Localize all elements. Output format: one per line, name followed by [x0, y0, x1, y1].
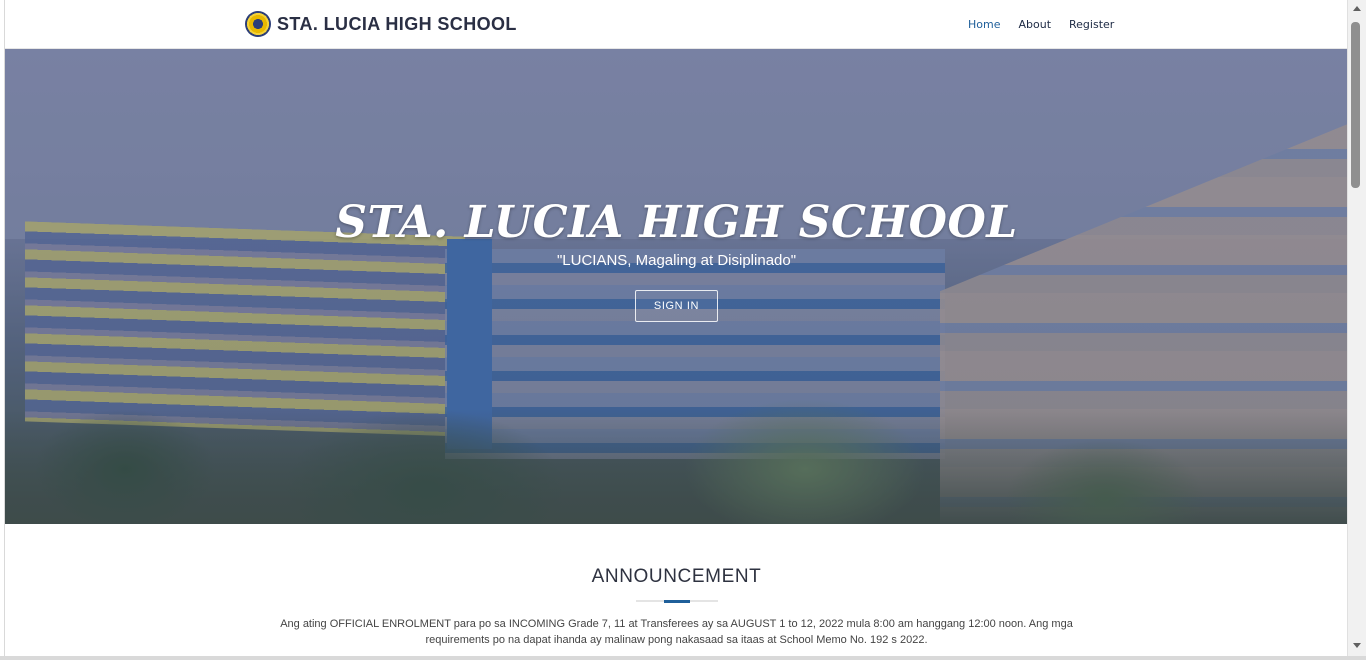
announcement-text: Ang ating OFFICIAL ENROLMENT para po sa …	[280, 618, 1073, 646]
divider-accent	[664, 599, 690, 603]
page-scrollbar[interactable]	[1347, 0, 1366, 656]
window-bottom-edge	[0, 656, 1366, 660]
hero-subtitle: "LUCIANS, Magaling at Disiplinado"	[556, 252, 797, 269]
navbar: STA. LUCIA HIGH SCHOOL Home About Regist…	[5, 0, 1347, 49]
hero-banner: STA. LUCIA HIGH SCHOOL "LUCIANS, Magalin…	[5, 49, 1347, 524]
brand[interactable]: STA. LUCIA HIGH SCHOOL	[245, 11, 517, 37]
page: STA. LUCIA HIGH SCHOOL Home About Regist…	[4, 0, 1347, 656]
scroll-up-arrow-icon[interactable]	[1353, 6, 1361, 11]
nav-about-link[interactable]: About	[1018, 18, 1051, 31]
hero-title: STA. LUCIA HIGH SCHOOL	[335, 197, 1018, 248]
nav-home-link[interactable]: Home	[968, 18, 1000, 31]
brand-name: STA. LUCIA HIGH SCHOOL	[277, 13, 517, 34]
hero-overlay	[5, 49, 1347, 524]
scroll-down-arrow-icon[interactable]	[1353, 643, 1361, 648]
announcement-title: ANNOUNCEMENT	[591, 566, 762, 587]
nav-register-link[interactable]: Register	[1069, 18, 1114, 31]
announcement-divider	[636, 599, 718, 603]
scrollbar-thumb[interactable]	[1351, 22, 1360, 188]
main-nav: Home About Register	[968, 18, 1114, 31]
school-seal-icon	[245, 11, 271, 37]
sign-in-button[interactable]: SIGN IN	[635, 290, 718, 322]
